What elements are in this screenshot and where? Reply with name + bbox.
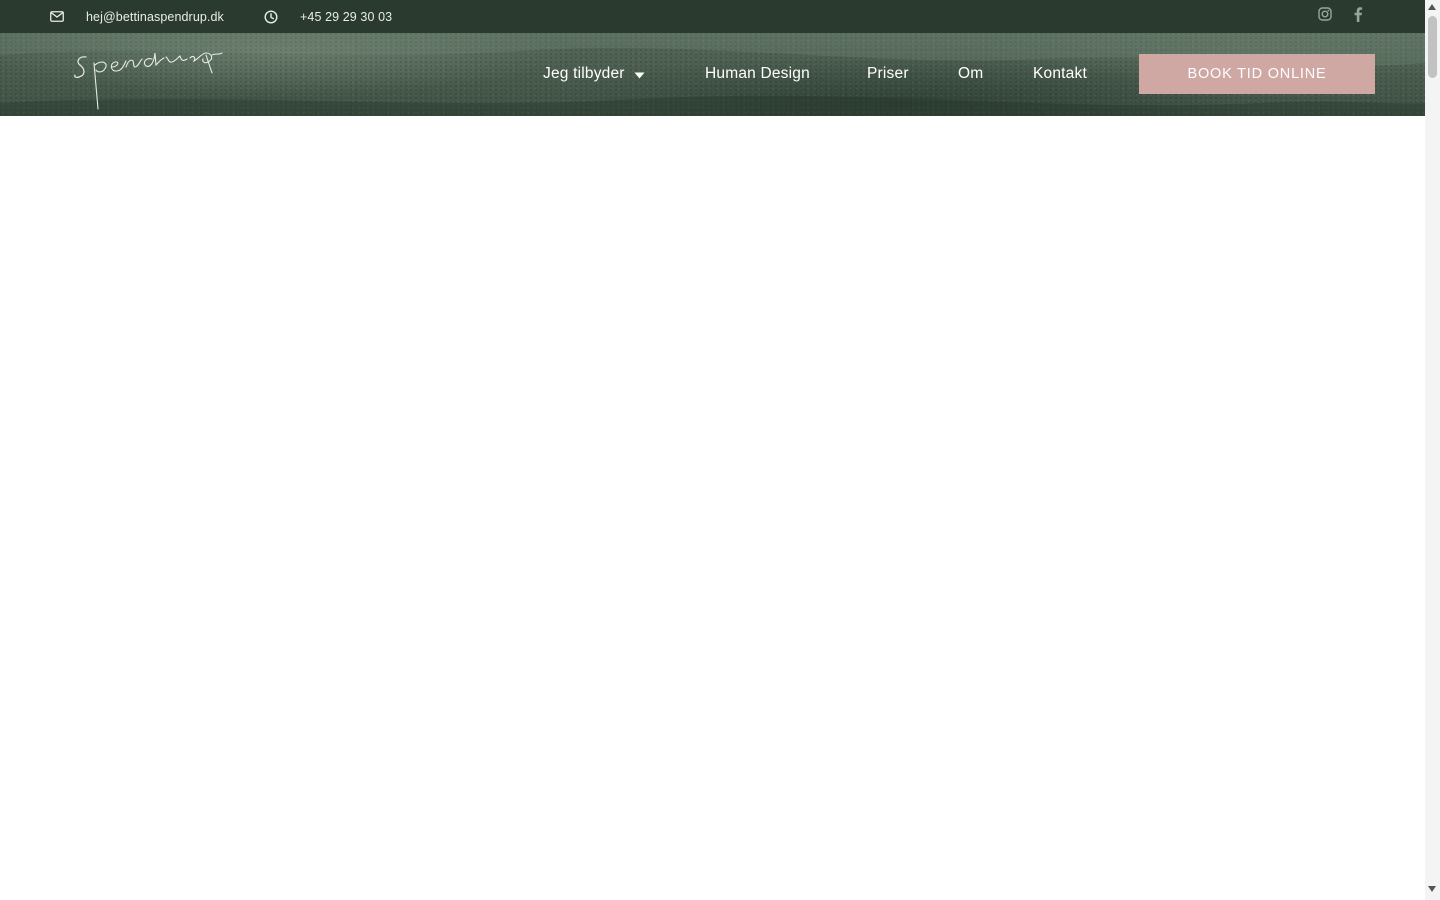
nav-priser-label: Priser	[867, 65, 909, 82]
nav-kontakt[interactable]: Kontakt	[1033, 54, 1087, 94]
facebook-link[interactable]	[1353, 0, 1363, 33]
instagram-icon	[1318, 7, 1332, 26]
contact-email-label: hej@bettinaspendrup.dk	[86, 9, 224, 24]
nav-human-design-label: Human Design	[705, 65, 810, 82]
page: hej@bettinaspendrup.dk +45 29 29 30 03 J…	[0, 0, 1440, 900]
nav-jeg-tilbyder-label: Jeg tilbyder	[543, 65, 625, 82]
spendrup-signature-logo	[74, 52, 223, 110]
contact-phone-label: +45 29 29 30 03	[300, 9, 393, 24]
nav-jeg-tilbyder[interactable]: Jeg tilbyder	[543, 54, 645, 94]
book-online-button[interactable]: BOOK TID ONLINE	[1139, 54, 1375, 94]
site-logo[interactable]	[72, 47, 224, 111]
instagram-link[interactable]	[1318, 0, 1332, 33]
top-contact-bar: hej@bettinaspendrup.dk +45 29 29 30 03	[0, 0, 1425, 33]
envelope-icon	[50, 11, 64, 22]
scroll-up-arrow-icon[interactable]	[1428, 4, 1436, 10]
nav-om[interactable]: Om	[958, 54, 983, 94]
contact-email[interactable]: hej@bettinaspendrup.dk	[50, 0, 224, 33]
nav-human-design[interactable]: Human Design	[705, 54, 810, 94]
facebook-icon	[1353, 6, 1363, 27]
clock-icon	[264, 9, 278, 24]
scrollbar-thumb[interactable]	[1428, 16, 1437, 78]
caret-down-icon	[634, 66, 645, 84]
nav-priser[interactable]: Priser	[867, 54, 909, 94]
contact-phone[interactable]: +45 29 29 30 03	[264, 0, 392, 33]
scroll-down-arrow-icon[interactable]	[1428, 886, 1436, 892]
nav-kontakt-label: Kontakt	[1033, 65, 1087, 82]
nav-om-label: Om	[958, 65, 984, 82]
page-content	[0, 116, 1425, 900]
vertical-scrollbar[interactable]	[1425, 0, 1440, 900]
